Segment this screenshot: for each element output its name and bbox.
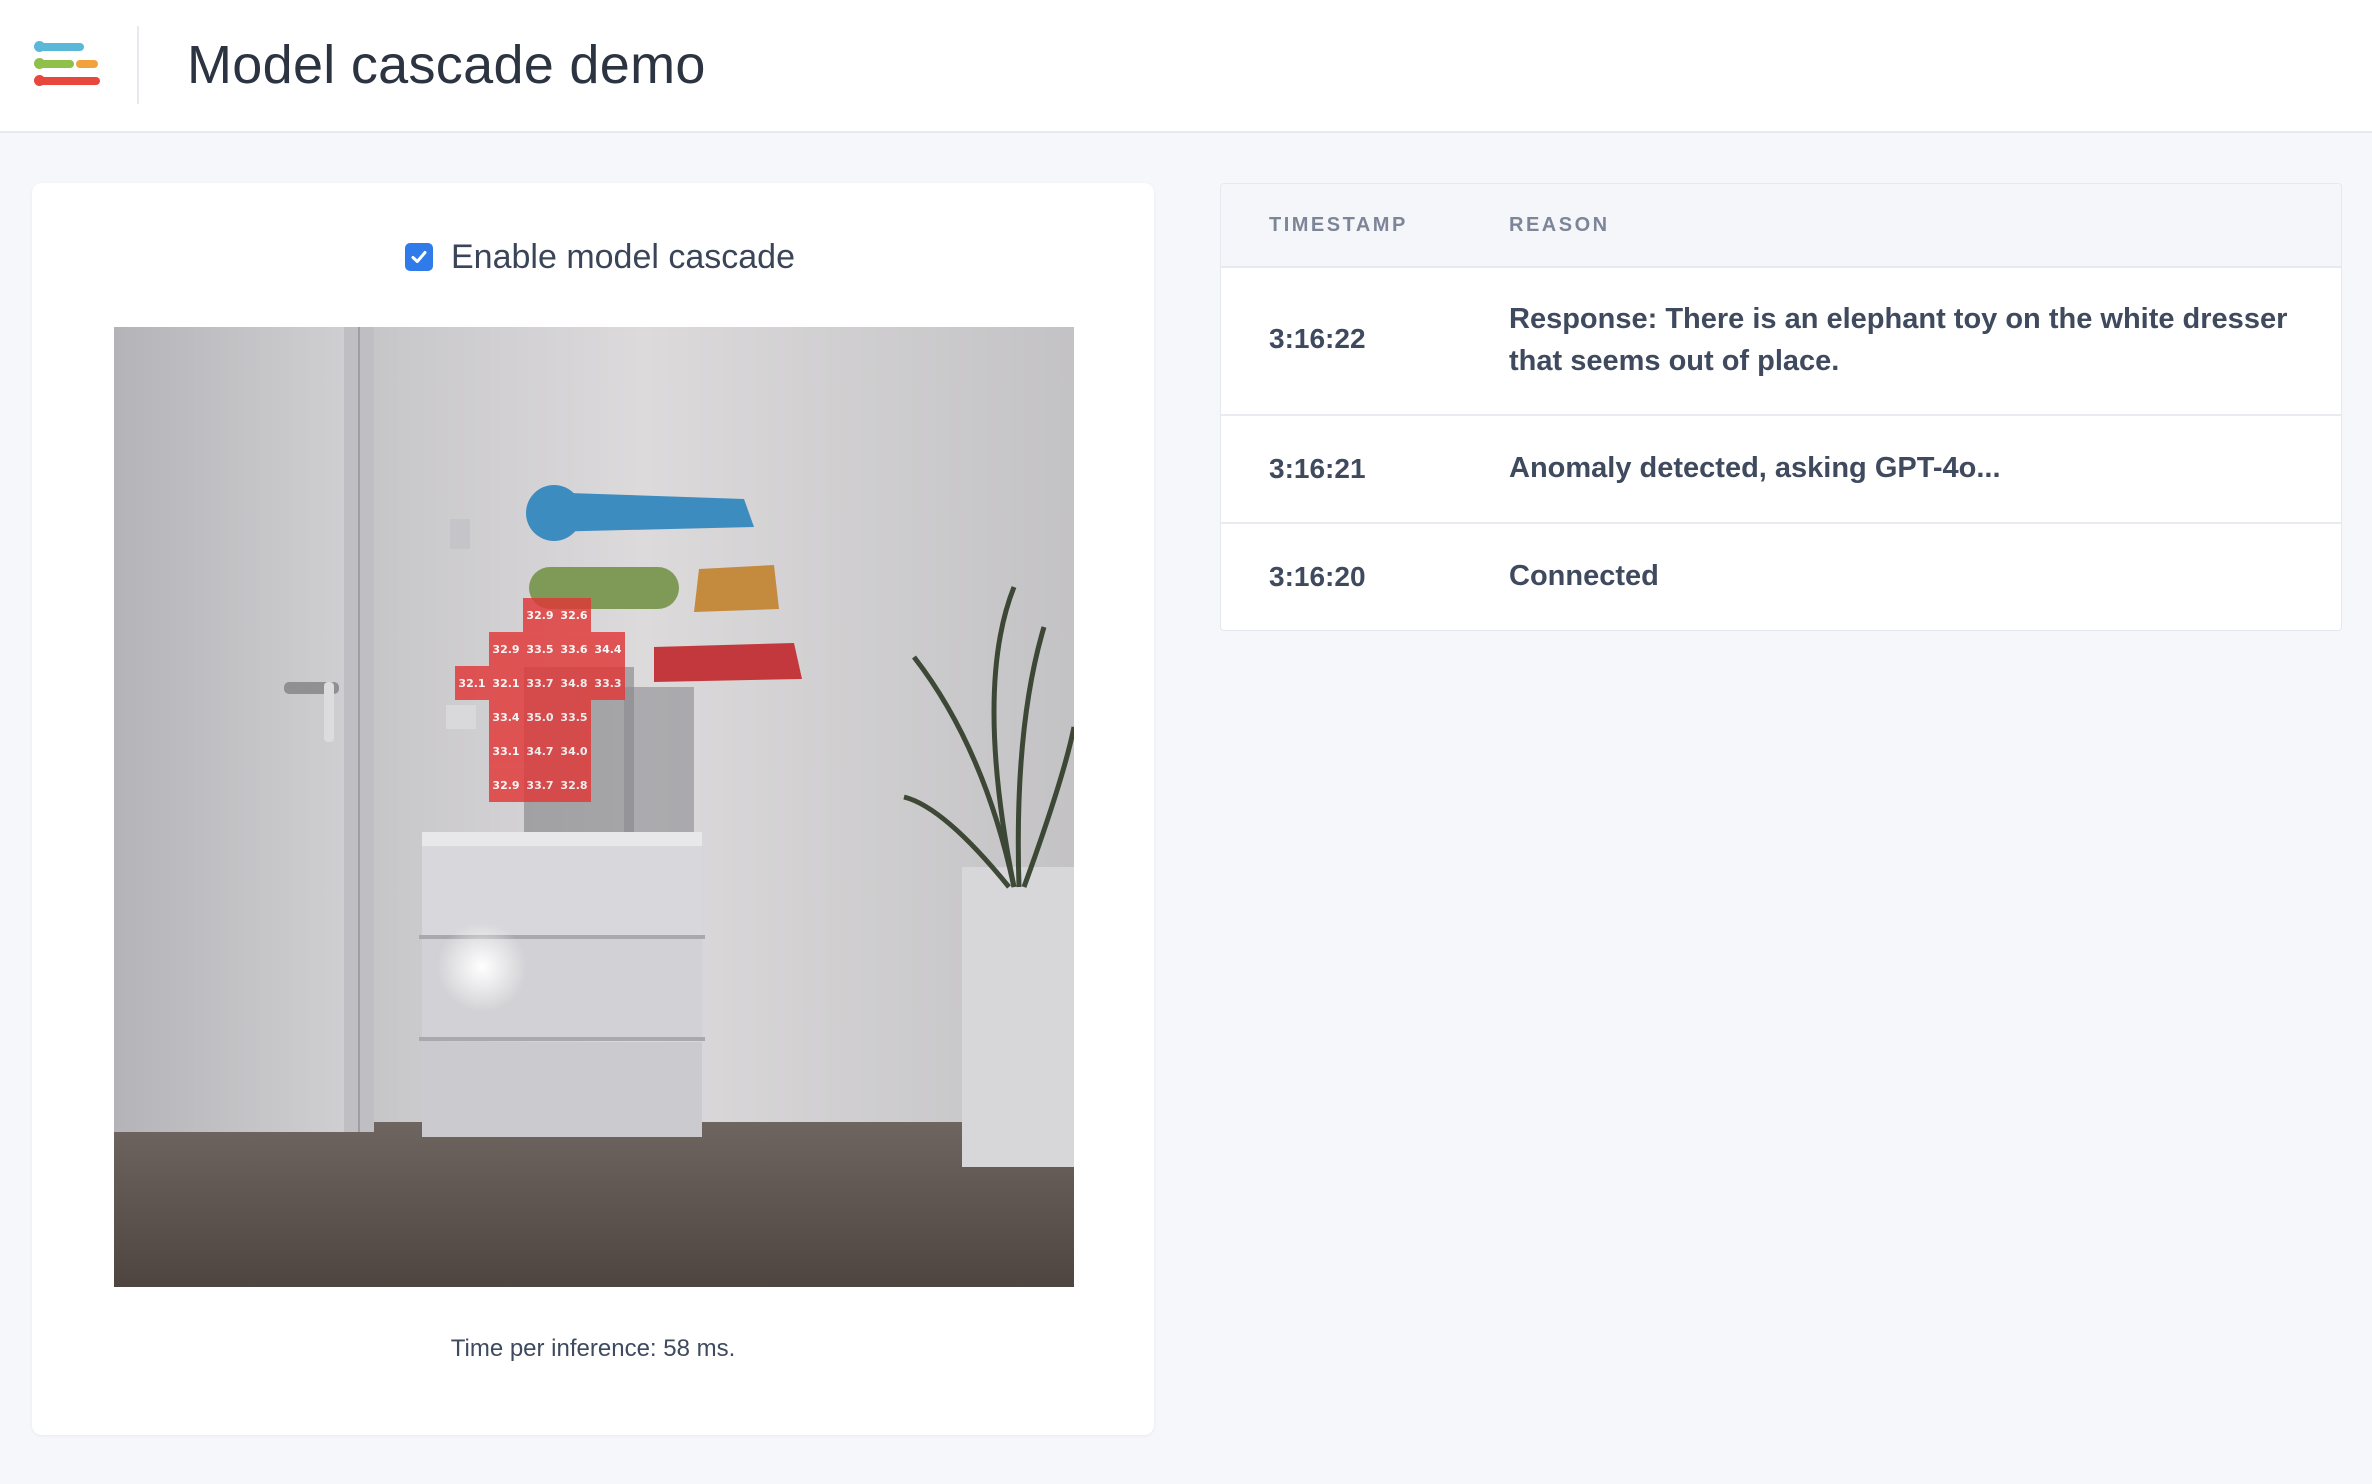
heatmap-cell: 32.1 (455, 666, 489, 700)
header-divider (137, 26, 139, 104)
row-timestamp: 3:16:22 (1269, 323, 1366, 354)
table-row: 3:16:22 Response: There is an elephant t… (1221, 266, 2341, 416)
camera-feed: 32.9 32.6 32.9 33.5 33.6 34.4 32.1 32.1 33.7 34.8… (114, 327, 1074, 1287)
heatmap-cell: 34.7 (523, 734, 557, 768)
heatmap-cell: 33.5 (557, 700, 591, 734)
heatmap-cell: 32.9 (523, 598, 557, 632)
heatmap-cell: 34.8 (557, 666, 591, 700)
stacked-bars-logo-icon (34, 40, 104, 90)
checkmark-icon (411, 251, 427, 263)
cascade-checkbox[interactable] (405, 243, 433, 271)
column-header-reason: REASON (1509, 214, 1610, 236)
cascade-label: Enable model cascade (451, 237, 796, 276)
heatmap-cell: 33.4 (489, 700, 523, 734)
heatmap-cell: 32.9 (489, 768, 523, 802)
heatmap-cell: 33.7 (523, 666, 557, 700)
column-header-timestamp: TIMESTAMP (1269, 214, 1408, 236)
heatmap-cell: 33.5 (523, 632, 557, 666)
anomaly-heatmap: 32.9 32.6 32.9 33.5 33.6 34.4 32.1 32.1 33.7 34.8… (114, 327, 1074, 1287)
heatmap-cell: 35.0 (523, 700, 557, 734)
row-timestamp: 3:16:21 (1269, 453, 1366, 484)
heatmap-cell: 33.3 (591, 666, 625, 700)
page-title: Model cascade demo (187, 35, 706, 95)
heatmap-cell: 32.6 (557, 598, 591, 632)
heatmap-cell: 32.8 (557, 768, 591, 802)
heatmap-cell: 33.7 (523, 768, 557, 802)
row-timestamp: 3:16:20 (1269, 561, 1366, 592)
app-header: Model cascade demo (0, 0, 2372, 133)
row-reason: Anomaly detected, asking GPT-4o... (1509, 452, 2001, 484)
heatmap-cell: 34.4 (591, 632, 625, 666)
cascade-toggle[interactable]: Enable model cascade (405, 231, 795, 283)
table-row: 3:16:20 Connected (1221, 524, 2341, 630)
table-row: 3:16:21 Anomaly detected, asking GPT-4o.… (1221, 416, 2341, 524)
event-log-table: TIMESTAMP REASON 3:16:22 Response: There… (1220, 183, 2342, 631)
heatmap-cell: 34.0 (557, 734, 591, 768)
heatmap-cell: 33.6 (557, 632, 591, 666)
row-reason: Response: There is an elephant toy on th… (1509, 303, 2288, 377)
heatmap-cell: 33.1 (489, 734, 523, 768)
row-reason: Connected (1509, 560, 1659, 592)
heatmap-cell: 32.1 (489, 666, 523, 700)
heatmap-cell: 32.9 (489, 632, 523, 666)
camera-panel: Enable model cascade 32.9 32.6 32.9 33.5… (32, 183, 1154, 1435)
inference-time: Time per inference: 58 ms. (450, 1335, 736, 1362)
table-header: TIMESTAMP REASON (1221, 184, 2341, 268)
